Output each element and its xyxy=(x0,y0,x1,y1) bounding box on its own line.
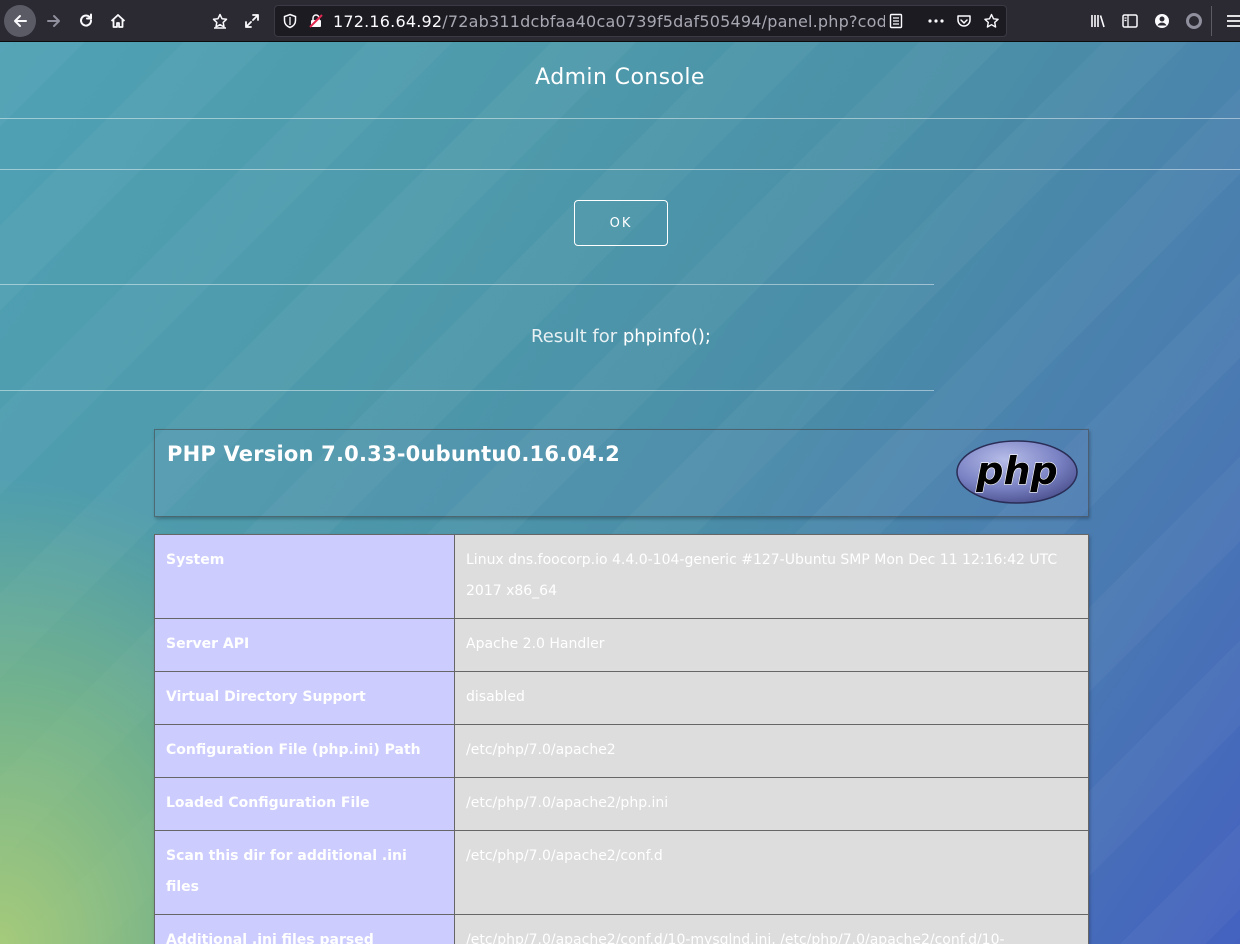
account-button[interactable] xyxy=(1146,5,1178,37)
star-outline-icon xyxy=(212,13,228,29)
php-version-header: PHP Version 7.0.33-0ubuntu0.16.04.2 php xyxy=(154,429,1089,517)
php-version-title: PHP Version 7.0.33-0ubuntu0.16.04.2 xyxy=(167,442,620,466)
sidebar-button[interactable] xyxy=(1114,5,1146,37)
shield-icon[interactable] xyxy=(282,13,298,29)
url-text[interactable]: 172.16.64.92/72ab311dcbfaa40ca0739f5daf5… xyxy=(333,12,885,31)
setting-key: Scan this dir for additional .ini files xyxy=(154,830,455,915)
reload-button[interactable] xyxy=(70,5,102,37)
setting-key: Virtual Directory Support xyxy=(154,671,455,725)
library-icon xyxy=(1091,15,1105,28)
extension-circle-icon xyxy=(1186,13,1202,29)
setting-value: Linux dns.foocorp.io 4.4.0-104-generic #… xyxy=(454,534,1089,619)
setting-value: Apache 2.0 Handler xyxy=(454,618,1089,672)
forward-arrow-icon xyxy=(47,15,60,27)
result-code: phpinfo(); xyxy=(622,326,711,347)
setting-value: disabled xyxy=(454,671,1089,725)
setting-key: System xyxy=(154,534,455,619)
table-row: Configuration File (php.ini) Path/etc/ph… xyxy=(154,724,1089,778)
url-host: 172.16.64.92 xyxy=(333,12,443,31)
setting-key: Server API xyxy=(154,618,455,672)
expand-icon xyxy=(245,14,259,28)
account-icon xyxy=(1155,14,1169,28)
table-row: System Linux dns.foocorp.io 4.4.0-104-gen… xyxy=(154,534,1089,619)
url-path: /72ab311dcbfaa40ca0739f5daf505494/panel.… xyxy=(442,12,885,31)
divider xyxy=(0,390,934,391)
divider xyxy=(0,118,1240,119)
url-bar[interactable]: 172.16.64.92/72ab311dcbfaa40ca0739f5daf5… xyxy=(274,5,1007,37)
table-row: Server API Apache 2.0 Handler xyxy=(154,618,1089,672)
result-heading: Result for phpinfo(); xyxy=(0,326,1240,347)
setting-value: /etc/php/7.0/apache2/php.ini xyxy=(454,777,1089,831)
fullscreen-button[interactable] xyxy=(236,5,268,37)
menu-button[interactable] xyxy=(1218,5,1240,37)
svg-text:php: php xyxy=(975,449,1057,493)
back-arrow-icon xyxy=(14,15,27,27)
table-row: Loaded Configuration File/etc/php/7.0/ap… xyxy=(154,777,1089,831)
page-content: Admin Console OK Result for phpinfo(); P… xyxy=(0,42,1240,944)
setting-key: Configuration File (php.ini) Path xyxy=(154,724,455,778)
sidebar-icon xyxy=(1122,14,1138,28)
back-button[interactable] xyxy=(4,5,36,37)
divider xyxy=(0,169,1240,170)
bookmark-star-icon[interactable] xyxy=(983,13,1000,29)
table-row: Virtual Directory Support disabled xyxy=(154,671,1089,725)
page-title: Admin Console xyxy=(535,65,705,90)
reload-icon xyxy=(80,13,93,27)
setting-value: /etc/php/7.0/apache2/conf.d xyxy=(454,830,1089,915)
pocket-icon[interactable] xyxy=(956,13,972,29)
setting-key: Additional .ini files parsed xyxy=(154,914,455,944)
table-row: Scan this dir for additional .ini files /… xyxy=(154,830,1089,915)
setting-value: /etc/php/7.0/apache2 xyxy=(454,724,1089,778)
phpinfo-table: System Linux dns.foocorp.io 4.4.0-104-gen… xyxy=(154,534,1089,944)
home-icon xyxy=(110,14,126,28)
setting-key: Loaded Configuration File xyxy=(154,777,455,831)
table-row: Additional .ini files parsed/etc/php/7.0… xyxy=(154,914,1089,944)
reader-view-icon[interactable] xyxy=(888,13,904,29)
toolbar-divider xyxy=(1211,6,1212,36)
extension-button[interactable] xyxy=(1178,5,1210,37)
bookmark-sidebar-button[interactable] xyxy=(204,5,236,37)
forward-button[interactable] xyxy=(38,5,70,37)
browser-toolbar: 172.16.64.92/72ab311dcbfaa40ca0739f5daf5… xyxy=(0,0,1240,42)
divider xyxy=(0,284,934,285)
home-button[interactable] xyxy=(102,5,134,37)
more-actions-icon[interactable] xyxy=(927,13,945,29)
library-button[interactable] xyxy=(1082,5,1114,37)
ok-button[interactable]: OK xyxy=(574,200,668,246)
hamburger-menu-icon xyxy=(1227,15,1240,27)
result-label: Result for xyxy=(531,326,623,347)
setting-value: /etc/php/7.0/apache2/conf.d/10-mysqlnd.i… xyxy=(454,914,1089,944)
php-logo-icon: php xyxy=(956,440,1078,504)
insecure-lock-icon[interactable] xyxy=(308,13,324,29)
